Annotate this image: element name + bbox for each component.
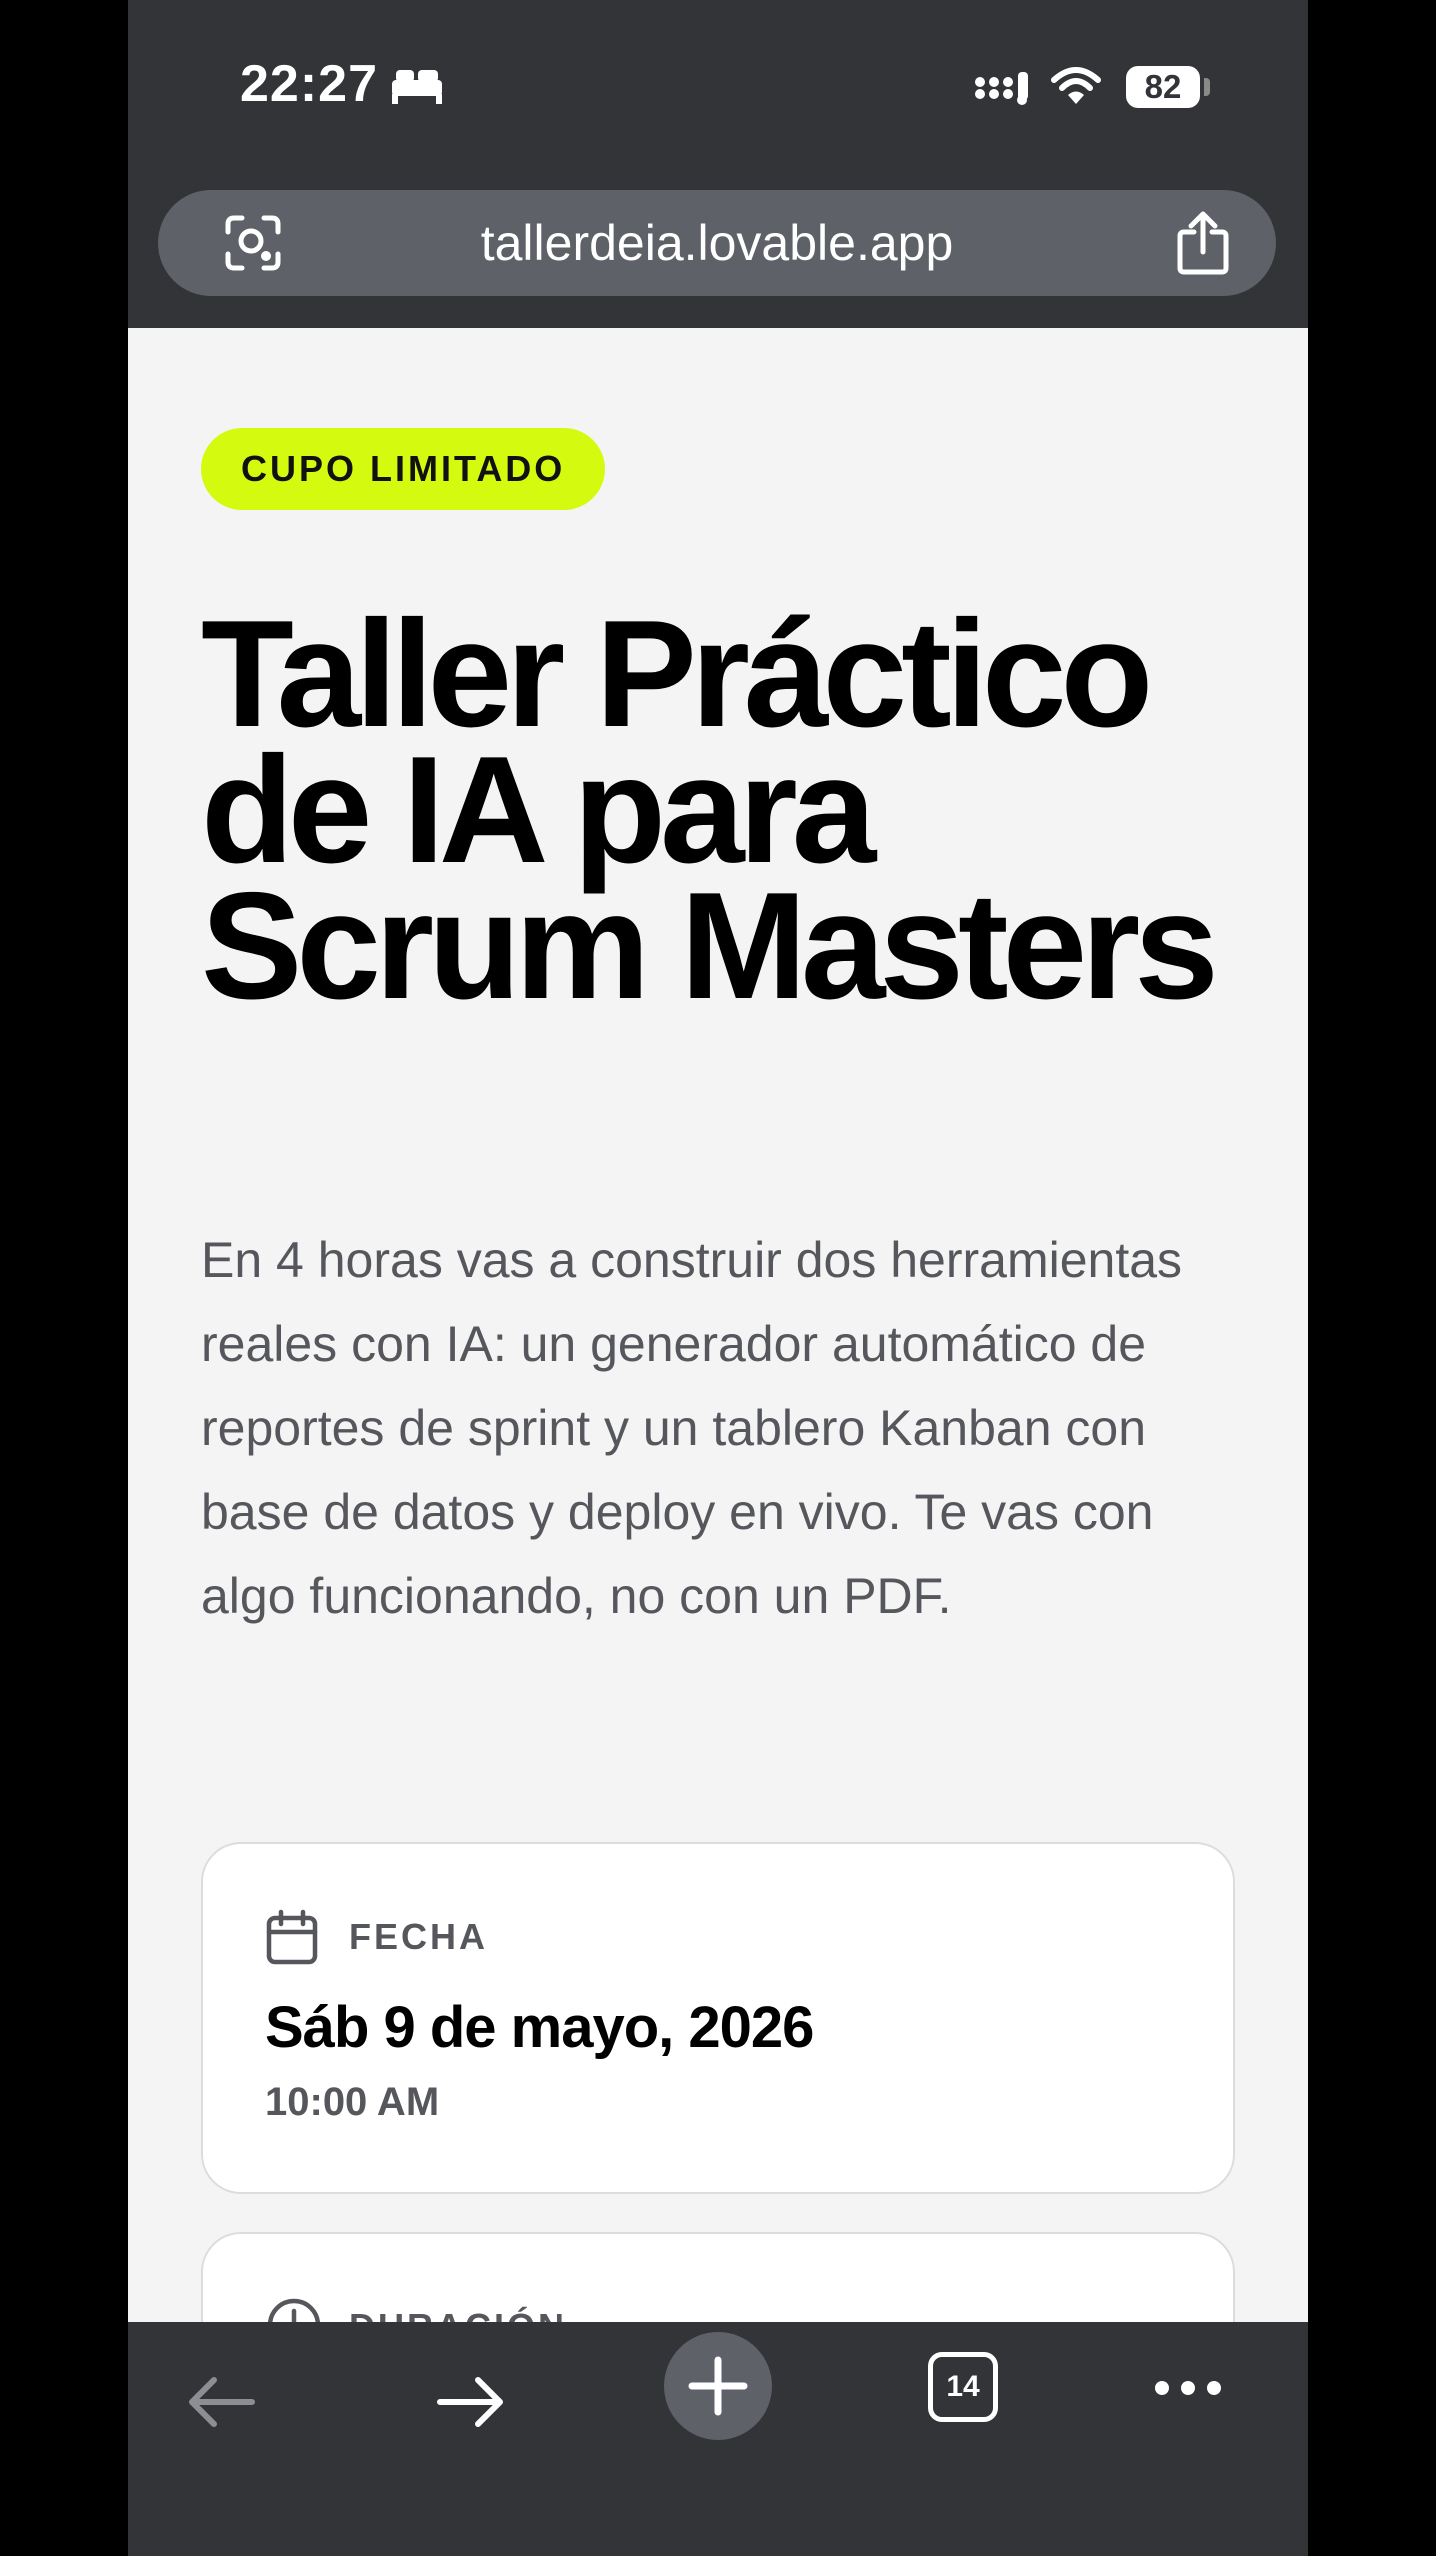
new-tab-button[interactable] bbox=[664, 2332, 772, 2440]
battery-tip bbox=[1204, 78, 1210, 96]
battery-icon: 82 bbox=[1126, 66, 1200, 108]
duration-label: DURACIÓN bbox=[349, 2306, 567, 2322]
page-content: CUPO LIMITADO Taller Práctico de IA para… bbox=[128, 328, 1308, 2322]
plus-icon bbox=[688, 2356, 748, 2416]
more-icon[interactable] bbox=[1152, 2376, 1224, 2400]
wifi-icon bbox=[1051, 67, 1101, 104]
forward-arrow-icon[interactable] bbox=[434, 2372, 506, 2432]
url-text[interactable]: tallerdeia.lovable.app bbox=[158, 190, 1276, 296]
duration-card: DURACIÓN bbox=[201, 2232, 1235, 2322]
back-arrow-icon[interactable] bbox=[186, 2372, 258, 2432]
tabs-count-button[interactable]: 14 bbox=[928, 2352, 998, 2422]
date-value: Sáb 9 de mayo, 2026 bbox=[265, 1995, 814, 2060]
clock-icon bbox=[267, 2298, 321, 2322]
browser-top-chrome: 22:27 82 tallerdeia.lovable.app bbox=[128, 0, 1308, 328]
date-card: FECHA Sáb 9 de mayo, 2026 10:00 AM bbox=[201, 1842, 1235, 2194]
page-title: Taller Práctico de IA para Scrum Masters bbox=[201, 589, 1219, 1031]
calendar-icon bbox=[266, 1909, 318, 1965]
url-bar[interactable]: tallerdeia.lovable.app bbox=[158, 190, 1276, 296]
time-value: 10:00 AM bbox=[265, 2080, 440, 2124]
bed-icon bbox=[392, 70, 442, 104]
phone-screen: 22:27 82 tallerdeia.lovable.app CUPO LIM… bbox=[128, 0, 1308, 2556]
share-icon[interactable] bbox=[1174, 210, 1232, 276]
limited-spots-badge: CUPO LIMITADO bbox=[201, 428, 606, 510]
signal-icon bbox=[975, 72, 1028, 105]
intro-text: En 4 horas vas a construir dos herramien… bbox=[201, 1232, 1183, 1624]
status-time: 22:27 bbox=[240, 55, 378, 113]
date-label: FECHA bbox=[349, 1916, 488, 1957]
browser-bottom-toolbar: 14 bbox=[128, 2322, 1308, 2556]
